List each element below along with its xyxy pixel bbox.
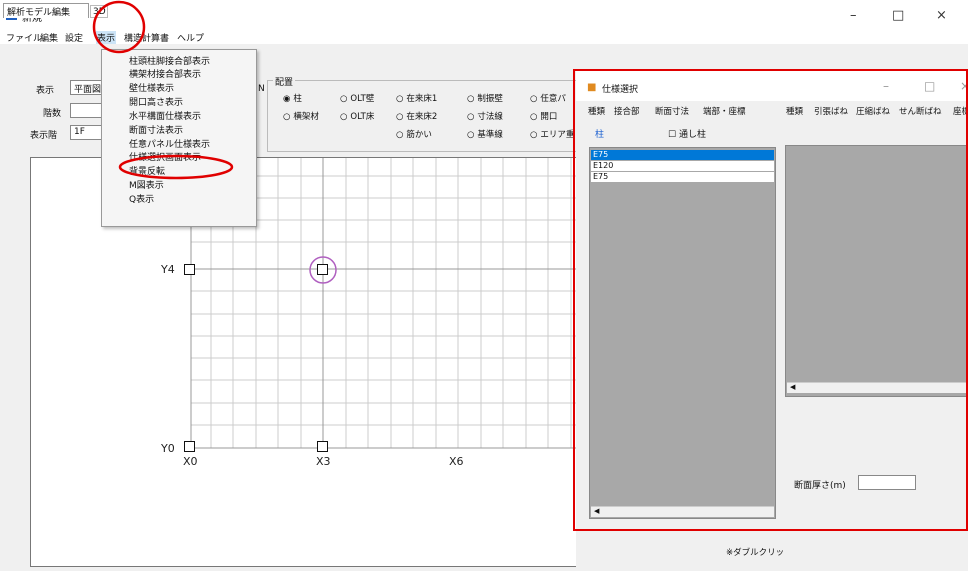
menu-item-highlight-ellipse <box>118 154 234 180</box>
menu-highlight-circle <box>92 0 146 54</box>
dialog-highlight-rectangle <box>573 69 968 531</box>
